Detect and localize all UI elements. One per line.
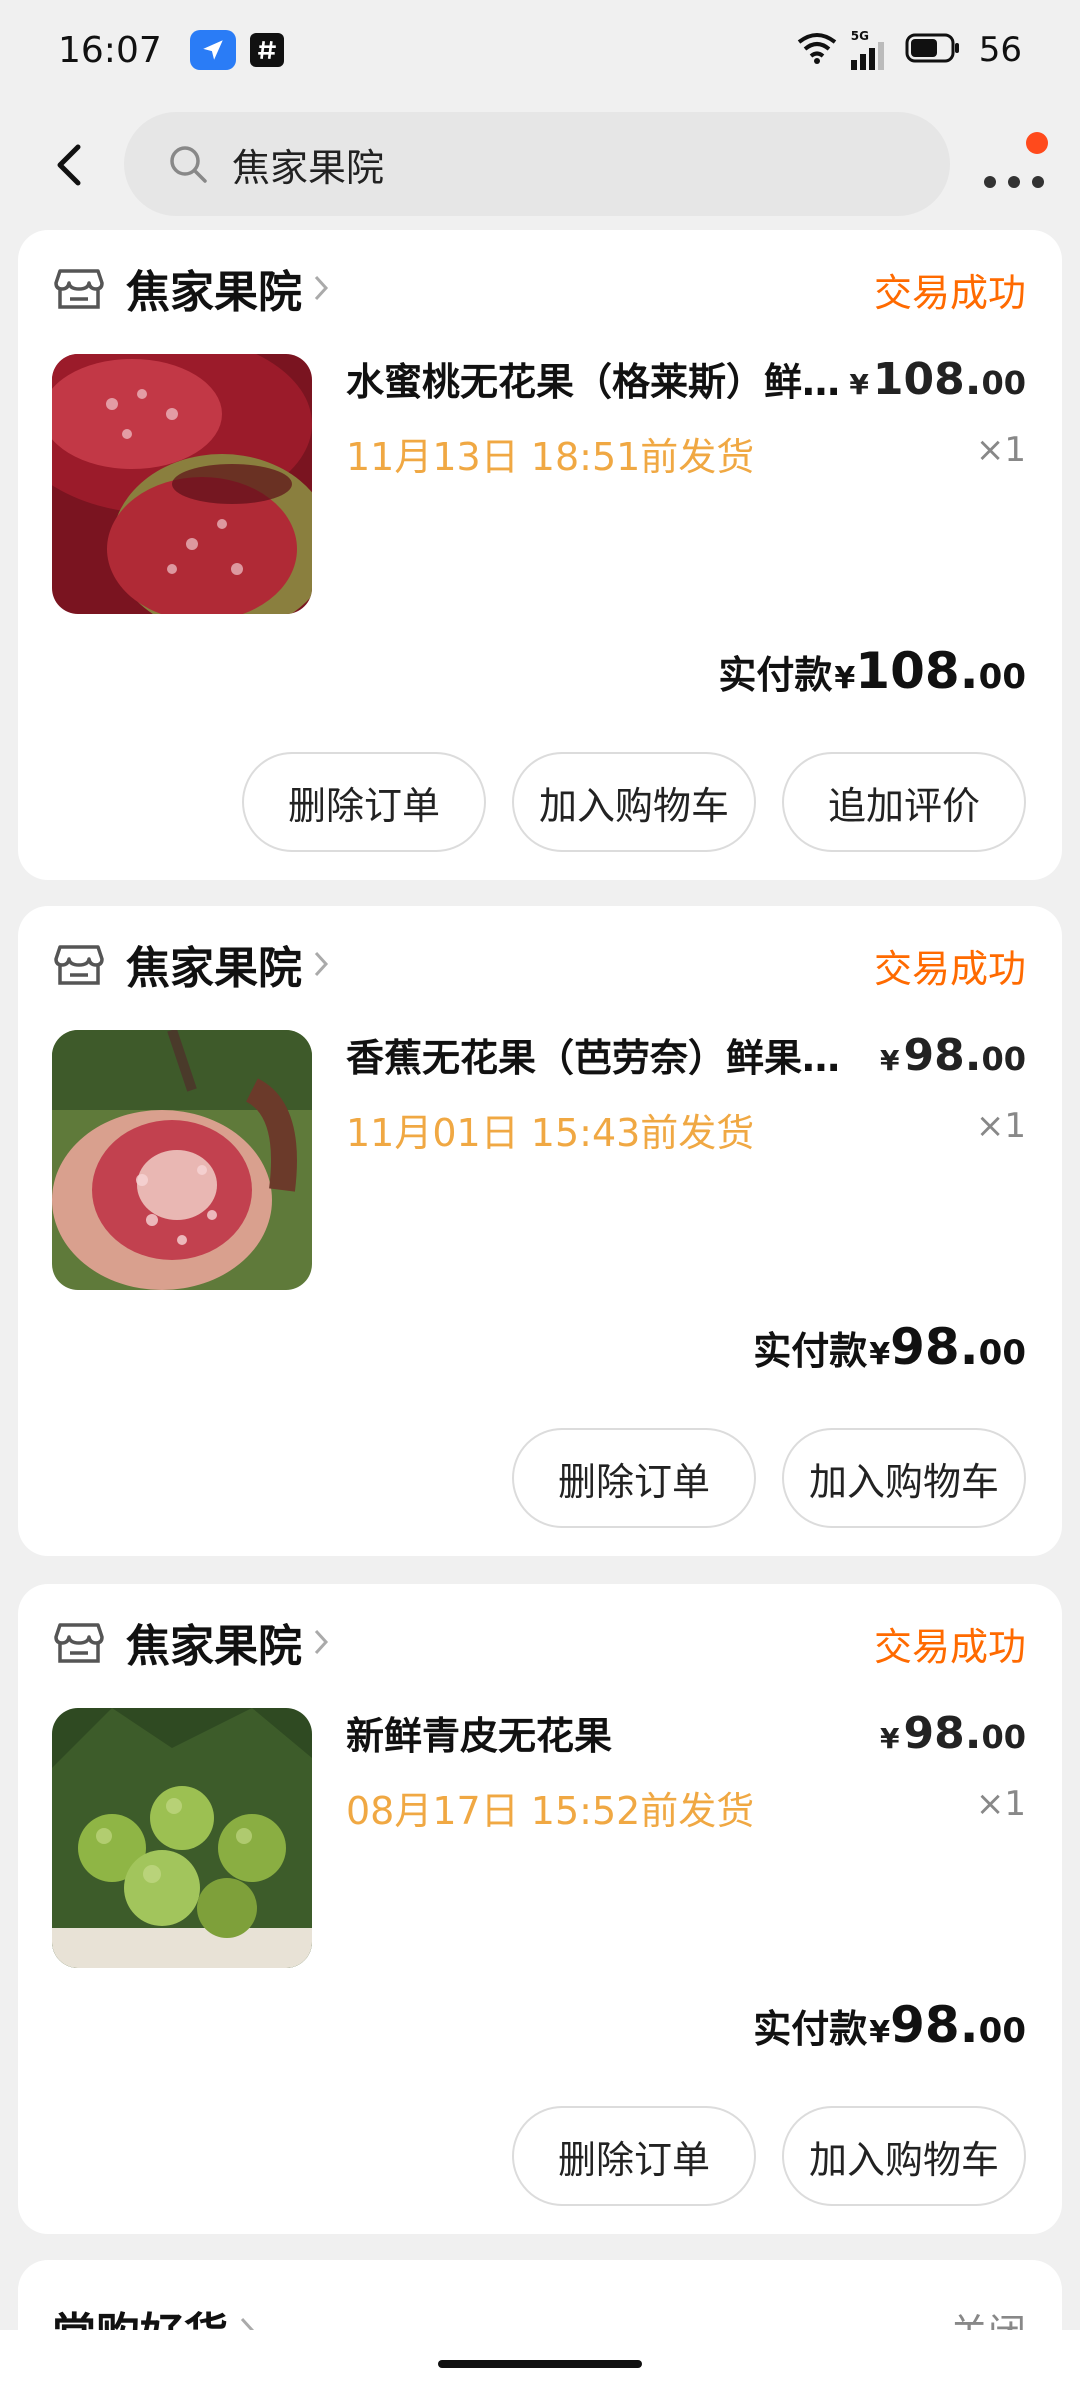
chevron-right-icon [314,951,329,977]
chevron-right-icon [314,1629,329,1655]
paid-currency: ¥ [834,661,856,696]
store-icon [54,945,104,985]
add-to-cart-button[interactable]: 加入购物车 [512,752,756,852]
status-bar: 16:07 5G 56 [0,0,1080,100]
store-icon [54,269,104,309]
paid-decimal: 00 [978,2011,1026,2051]
quantity: ×1 [975,1784,1026,1824]
quantity: ×1 [975,430,1026,470]
price-decimal: 00 [981,1718,1026,1756]
back-button[interactable] [34,130,104,200]
delete-order-button[interactable]: 删除订单 [512,2106,756,2206]
home-indicator[interactable] [438,2360,642,2368]
ship-time: 08月17日 15:52前发货 [346,1789,755,1833]
paid-decimal: 00 [978,657,1026,697]
hash-icon [249,33,284,67]
wifi-icon [797,32,837,68]
battery-icon [905,33,961,67]
paid-integer: 98. [890,1318,979,1376]
price-currency: ¥ [880,1044,900,1077]
price-integer: 98. [903,1708,982,1759]
price-integer: 98. [903,1030,982,1081]
product-title[interactable]: 香蕉无花果（芭劳奈）鲜果现摘 [346,1030,846,1086]
order-actions: 删除订单 加入购物车 [512,1428,1026,1528]
paid-label: 实付款 [753,2007,868,2051]
unit-price: ¥ 98. 00 [880,1708,1026,1759]
add-review-button[interactable]: 追加评价 [782,752,1026,852]
price-currency: ¥ [880,1722,900,1755]
order-status: 交易成功 [873,1625,1026,1669]
store-name: 焦家果院 [126,1621,302,1672]
store-name: 焦家果院 [126,267,302,318]
unit-price: ¥ 108. 00 [849,354,1026,405]
unit-price: ¥ 98. 00 [880,1030,1026,1081]
order-card: 焦家果院 交易成功 香蕉无花果（芭劳奈）鲜果现摘 11月01日 15:43前发货… [18,906,1062,1556]
order-status: 交易成功 [873,947,1026,991]
paid-integer: 108. [855,642,979,700]
paid-integer: 98. [890,1996,979,2054]
order-card: 焦家果院 交易成功 新鲜青皮无花果 08月17日 15:52前发货 ¥ 98. … [18,1584,1062,2234]
status-time: 16:07 [58,29,162,71]
add-to-cart-button[interactable]: 加入购物车 [782,1428,1026,1528]
search-icon [170,146,207,183]
paid-label: 实付款 [753,1329,868,1373]
store-link[interactable]: 焦家果院 [52,1612,330,1672]
chevron-right-icon [314,275,329,301]
order-actions: 删除订单 加入购物车 [512,2106,1026,2206]
signal-icon: 5G [850,29,891,70]
add-to-cart-button[interactable]: 加入购物车 [782,2106,1026,2206]
search-value: 焦家果院 [232,145,385,190]
more-dots-icon [984,176,1044,188]
more-button[interactable] [980,132,1052,202]
search-input[interactable]: 焦家果院 [124,112,950,216]
ship-time: 11月01日 15:43前发货 [346,1111,755,1155]
top-nav: 焦家果院 [0,110,1080,220]
store-icon [54,1623,104,1663]
network-label: 5G [850,29,869,43]
paid-decimal: 00 [978,1333,1026,1373]
price-decimal: 00 [981,1040,1026,1078]
ship-time: 11月13日 18:51前发货 [346,435,755,479]
delete-order-button[interactable]: 删除订单 [512,1428,756,1528]
store-link[interactable]: 焦家果院 [52,934,330,994]
price-currency: ¥ [849,368,869,401]
paid-label: 实付款 [718,653,833,697]
product-image[interactable] [52,1030,312,1290]
delete-order-button[interactable]: 删除订单 [242,752,486,852]
product-image[interactable] [52,354,312,614]
battery-level: 56 [978,30,1022,70]
product-image[interactable] [52,1708,312,1968]
product-title[interactable]: 水蜜桃无花果（格莱斯）鲜果现摘 [346,354,846,410]
order-actions: 删除订单 加入购物车 追加评价 [242,752,1026,852]
location-arrow-icon [189,30,236,70]
paid-amount: 实付款 ¥ 108. 00 [718,642,1026,700]
store-link[interactable]: 焦家果院 [52,258,330,318]
quantity: ×1 [975,1106,1026,1146]
chevron-left-icon [57,144,81,186]
paid-amount: 实付款 ¥ 98. 00 [753,1996,1026,2054]
order-card: 焦家果院 交易成功 水蜜桃无花果（格莱斯）鲜果现摘 11月13日 18:51前发… [18,230,1062,880]
order-status: 交易成功 [873,271,1026,315]
paid-currency: ¥ [869,2015,891,2050]
notification-dot [1026,132,1048,154]
price-integer: 108. [872,354,982,405]
paid-currency: ¥ [869,1337,891,1372]
product-title[interactable]: 新鲜青皮无花果 [346,1708,846,1764]
store-name: 焦家果院 [126,943,302,994]
paid-amount: 实付款 ¥ 98. 00 [753,1318,1026,1376]
price-decimal: 00 [981,364,1026,402]
